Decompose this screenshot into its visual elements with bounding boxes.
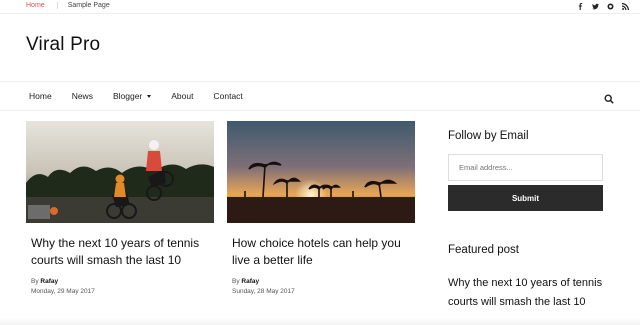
nav-item-blogger[interactable]: Blogger (112, 91, 152, 101)
search-icon[interactable] (604, 91, 614, 104)
submit-button[interactable]: Submit (448, 185, 603, 211)
top-bar: Home Sample Page (0, 0, 640, 14)
post-author[interactable]: Rafay (40, 278, 58, 285)
rss-icon[interactable] (621, 2, 630, 11)
bottom-fade (0, 318, 640, 325)
post-title[interactable]: How choice hotels can help you live a be… (227, 235, 415, 268)
nav-item-home[interactable]: Home (29, 91, 52, 101)
nav-item-label: About (171, 91, 194, 101)
post-date: Sunday, 28 May 2017 (232, 288, 295, 295)
email-field[interactable] (448, 154, 603, 181)
follow-by-email-title: Follow by Email (448, 130, 529, 142)
post-byline: By Rafay (26, 278, 214, 285)
byline-label: By (31, 278, 39, 285)
nav-item-label: Home (29, 91, 52, 101)
post-author[interactable]: Rafay (241, 278, 259, 285)
facebook-icon[interactable] (576, 2, 585, 11)
post-card: How choice hotels can help you live a be… (227, 121, 415, 295)
nav-menu: Home News Blogger About Contact (29, 91, 263, 101)
nav-item-label: Contact (213, 91, 243, 101)
site-title[interactable]: Viral Pro (26, 34, 100, 56)
post-thumbnail-sunset[interactable] (227, 121, 415, 223)
post-title[interactable]: Why the next 10 years of tennis courts w… (26, 235, 214, 268)
top-link-home[interactable]: Home (26, 2, 45, 9)
nav-item-label: News (71, 91, 93, 101)
twitter-icon[interactable] (591, 2, 600, 11)
featured-post-link[interactable]: Why the next 10 years of tennis courts w… (448, 274, 608, 312)
nav-item-about[interactable]: About (171, 91, 193, 101)
post-thumbnail-motocross[interactable] (26, 121, 214, 223)
post-date: Monday, 29 May 2017 (31, 288, 95, 295)
nav-item-label: Blogger (112, 91, 143, 101)
social-links (576, 2, 630, 11)
featured-post-title: Featured post (448, 244, 519, 256)
main-navigation: Home News Blogger About Contact (0, 81, 640, 111)
chevron-down-icon (147, 94, 152, 98)
top-links: Home Sample Page (26, 2, 110, 9)
post-byline: By Rafay (227, 278, 415, 285)
nav-item-news[interactable]: News (72, 91, 93, 101)
sidebar-follow-widget: Follow by Email Submit (448, 130, 604, 211)
ring-icon[interactable] (606, 2, 615, 11)
nav-item-contact[interactable]: Contact (213, 91, 242, 101)
top-link-sample-page[interactable]: Sample Page (68, 2, 110, 9)
byline-label: By (232, 278, 240, 285)
divider (56, 2, 58, 9)
post-card: Why the next 10 years of tennis courts w… (26, 121, 214, 295)
